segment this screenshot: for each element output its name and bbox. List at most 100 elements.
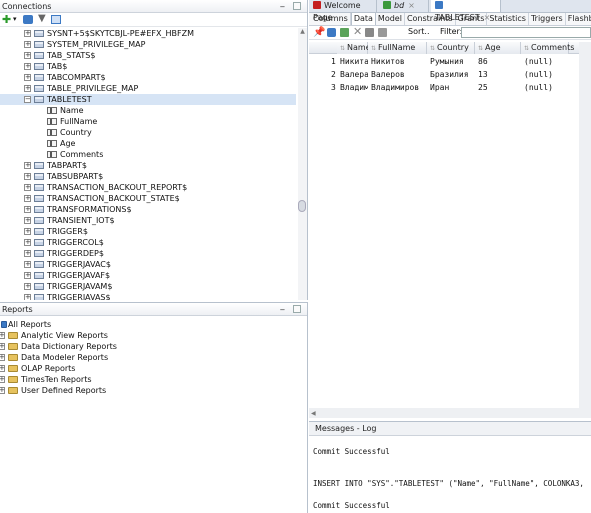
tree-column-item[interactable]: FullName: [0, 116, 296, 127]
tree-table-item[interactable]: + TABSUBPART$: [0, 171, 296, 182]
expand-icon[interactable]: +: [24, 283, 31, 290]
expand-icon[interactable]: +: [24, 30, 31, 37]
pin-icon[interactable]: 📌: [313, 27, 325, 38]
expand-icon[interactable]: +: [0, 343, 5, 350]
table-cell[interactable]: Валера: [340, 68, 368, 81]
expand-icon[interactable]: +: [24, 184, 31, 191]
table-cell[interactable]: Владимиров: [371, 81, 427, 94]
reports-root-item[interactable]: All Reports: [0, 319, 300, 330]
grid-horizontal-scrollbar[interactable]: ◀: [309, 408, 591, 418]
tree-table-item[interactable]: + TABCOMPART$: [0, 72, 296, 83]
table-cell[interactable]: 13: [478, 68, 521, 81]
reports-minimize-icon[interactable]: ‒: [280, 303, 285, 316]
table-cell[interactable]: 25: [478, 81, 521, 94]
rollback-icon[interactable]: [378, 28, 387, 37]
expand-icon[interactable]: +: [0, 332, 5, 339]
subtab-model[interactable]: Model: [376, 13, 405, 25]
sort-button[interactable]: Sort..: [408, 27, 429, 36]
splitter-handle[interactable]: [298, 200, 306, 212]
delete-row-icon[interactable]: ✕: [353, 26, 362, 38]
tree-table-item[interactable]: + TABLE_PRIVILEGE_MAP: [0, 83, 296, 94]
reports-item[interactable]: + Data Modeler Reports: [0, 352, 300, 363]
tree-table-item[interactable]: + TRIGGERJAVAC$: [0, 259, 296, 270]
tree-table-item[interactable]: + TABPART$: [0, 160, 296, 171]
editor-tab-welcome-page[interactable]: Welcome Page: [309, 0, 377, 22]
refresh-icon[interactable]: [23, 15, 33, 24]
expand-icon[interactable]: +: [24, 85, 31, 92]
expand-icon[interactable]: +: [0, 365, 5, 372]
tree-table-item[interactable]: + TRIGGERCOL$: [0, 237, 296, 248]
subtab-flashback[interactable]: Flashback: [566, 13, 591, 25]
table-cell[interactable]: (null): [524, 81, 569, 94]
expand-icon[interactable]: +: [24, 272, 31, 279]
close-tab-icon[interactable]: ×: [408, 1, 415, 10]
subtab-statistics[interactable]: Statistics: [487, 13, 529, 25]
commit-icon[interactable]: [365, 28, 374, 37]
expand-icon[interactable]: +: [24, 63, 31, 70]
tree-table-item[interactable]: + TRANSACTION_BACKOUT_STATE$: [0, 193, 296, 204]
close-tab-icon[interactable]: ×: [484, 13, 491, 22]
insert-row-icon[interactable]: [340, 28, 349, 37]
table-cell[interactable]: (null): [524, 55, 569, 68]
refresh-data-icon[interactable]: [327, 28, 336, 37]
table-cell[interactable]: Валеров: [371, 68, 427, 81]
expand-icon[interactable]: +: [0, 387, 5, 394]
collapse-icon[interactable]: −: [24, 96, 31, 103]
reports-maximize-icon[interactable]: [293, 305, 301, 313]
column-header-fullname[interactable]: ⇅ FullName: [368, 42, 427, 54]
expand-icon[interactable]: +: [24, 173, 31, 180]
table-cell[interactable]: Никита: [340, 55, 368, 68]
expand-icon[interactable]: +: [0, 354, 5, 361]
expand-icon[interactable]: +: [24, 74, 31, 81]
tree-table-item[interactable]: + SYSTEM_PRIVILEGE_MAP: [0, 39, 296, 50]
table-cell[interactable]: Владим: [340, 81, 368, 94]
column-header-name[interactable]: ⇅ Name: [337, 42, 371, 54]
expand-icon[interactable]: +: [24, 239, 31, 246]
tree-table-item[interactable]: + TRIGGERJAVAS$: [0, 292, 296, 300]
tree-column-item[interactable]: Name: [0, 105, 296, 116]
expand-icon[interactable]: +: [24, 261, 31, 268]
reports-item[interactable]: + OLAP Reports: [0, 363, 300, 374]
table-row[interactable]: 3 Владим Владимиров Иран 25 (null): [309, 81, 579, 94]
column-header-country[interactable]: ⇅ Country: [427, 42, 475, 54]
table-cell[interactable]: Румыния: [430, 55, 475, 68]
reports-item[interactable]: + User Defined Reports: [0, 385, 300, 396]
editor-tab-tabletest[interactable]: TABLETEST ×: [431, 0, 501, 22]
scroll-up-icon[interactable]: ▲: [298, 28, 307, 36]
expand-icon[interactable]: +: [24, 250, 31, 257]
grid-vertical-scrollbar[interactable]: [579, 42, 591, 408]
reports-item[interactable]: + TimesTen Reports: [0, 374, 300, 385]
table-cell[interactable]: Никитов: [371, 55, 427, 68]
scroll-left-icon[interactable]: ◀: [309, 410, 316, 417]
tree-table-item[interactable]: + TAB$: [0, 61, 296, 72]
tree-table-item[interactable]: + TRANSACTION_BACKOUT_REPORT$: [0, 182, 296, 193]
filter-icon[interactable]: ▼: [38, 14, 46, 24]
add-connection-icon[interactable]: ✚: [2, 14, 11, 25]
tree-column-item[interactable]: Country: [0, 127, 296, 138]
tree-table-item[interactable]: − TABLETEST: [0, 94, 296, 105]
expand-icon[interactable]: +: [0, 376, 5, 383]
table-row[interactable]: 1 Никита Никитов Румыния 86 (null): [309, 55, 579, 68]
tree-table-item[interactable]: + TRIGGERJAVAF$: [0, 270, 296, 281]
expand-icon[interactable]: +: [24, 206, 31, 213]
expand-icon[interactable]: +: [24, 217, 31, 224]
table-row[interactable]: 2 Валера Валеров Бразилия 13 (null): [309, 68, 579, 81]
tree-column-item[interactable]: Comments: [0, 149, 296, 160]
table-cell[interactable]: Иран: [430, 81, 475, 94]
dropdown-icon[interactable]: ▾: [13, 15, 17, 23]
tree-table-item[interactable]: + TRIGGER$: [0, 226, 296, 237]
table-cell[interactable]: (null): [524, 68, 569, 81]
column-header-comments[interactable]: ⇅ Comments: [521, 42, 574, 54]
subtab-triggers[interactable]: Triggers: [529, 13, 566, 25]
expand-icon[interactable]: +: [24, 162, 31, 169]
column-header-age[interactable]: ⇅ Age: [475, 42, 521, 54]
expand-icon[interactable]: +: [24, 52, 31, 59]
schema-browser-icon[interactable]: [51, 15, 61, 24]
connections-scrollbar[interactable]: ▲: [298, 28, 307, 300]
reports-item[interactable]: + Data Dictionary Reports: [0, 341, 300, 352]
subtab-data[interactable]: Data: [350, 13, 376, 25]
editor-tab-bd[interactable]: bd ×: [379, 0, 429, 12]
expand-icon[interactable]: +: [24, 195, 31, 202]
tree-table-item[interactable]: + TRANSIENT_IOT$: [0, 215, 296, 226]
table-cell[interactable]: Бразилия: [430, 68, 475, 81]
